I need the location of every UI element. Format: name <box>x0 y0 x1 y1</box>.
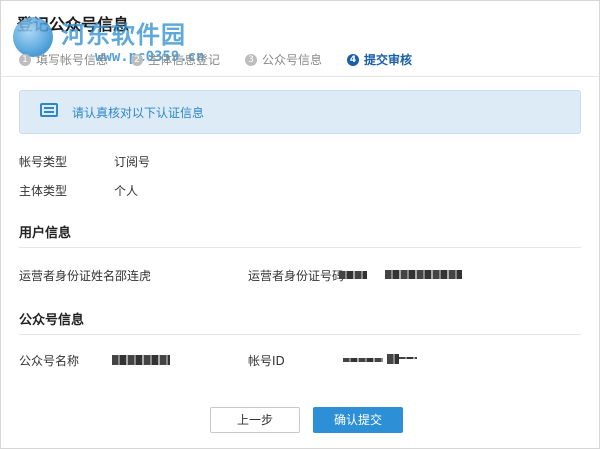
step-2: 2 主体信息登记 <box>131 51 220 68</box>
mail-icon <box>40 103 58 117</box>
operator-name-label: 运营者身份证姓名 <box>19 269 116 283</box>
subject-type-value: 个人 <box>114 184 139 198</box>
step-label: 提交审核 <box>364 53 413 67</box>
user-info-title: 用户信息 <box>19 226 72 241</box>
confirm-submit-button[interactable]: 确认提交 <box>313 407 403 433</box>
dialog: 登记公众号信息 河东软件园 www.pc0359.cn 1 填写帐号信息 2 主… <box>0 0 600 449</box>
section-divider <box>19 334 581 335</box>
official-info-title: 公众号信息 <box>19 313 85 328</box>
step-3: 3 公众号信息 <box>245 51 322 68</box>
account-type-value: 订阅号 <box>114 155 151 169</box>
header-divider <box>1 76 599 77</box>
redacted-account-id-part2 <box>387 354 399 364</box>
redacted-id-part2 <box>385 270 462 279</box>
redacted-account-id-part1 <box>343 358 383 362</box>
step-number: 4 <box>347 53 359 66</box>
step-number: 1 <box>19 53 31 66</box>
account-id-label: 帐号ID <box>248 354 285 368</box>
step-label: 主体信息登记 <box>148 53 221 67</box>
step-number: 3 <box>245 53 257 66</box>
step-number: 2 <box>131 53 143 66</box>
account-type-label: 帐号类型 <box>19 155 68 169</box>
operator-id-label: 运营者身份证号码 <box>248 269 345 283</box>
notice-text: 请认真核对以下认证信息 <box>72 106 205 120</box>
page-title: 登记公众号信息 <box>17 15 130 34</box>
official-name-label: 公众号名称 <box>19 354 80 368</box>
operator-name-value: 邵连虎 <box>115 269 152 283</box>
step-1: 1 填写帐号信息 <box>19 51 108 68</box>
section-divider <box>19 247 581 248</box>
prev-step-button[interactable]: 上一步 <box>210 407 300 433</box>
redacted-account-id-part3 <box>399 357 417 359</box>
subject-type-label: 主体类型 <box>19 184 68 198</box>
redacted-official-name <box>112 355 170 365</box>
step-label: 公众号信息 <box>262 53 323 67</box>
redacted-id-part1 <box>339 271 367 279</box>
step-4: 4 提交审核 <box>347 51 412 68</box>
step-label: 填写帐号信息 <box>36 53 109 67</box>
notice-banner: 请认真核对以下认证信息 <box>19 90 581 134</box>
